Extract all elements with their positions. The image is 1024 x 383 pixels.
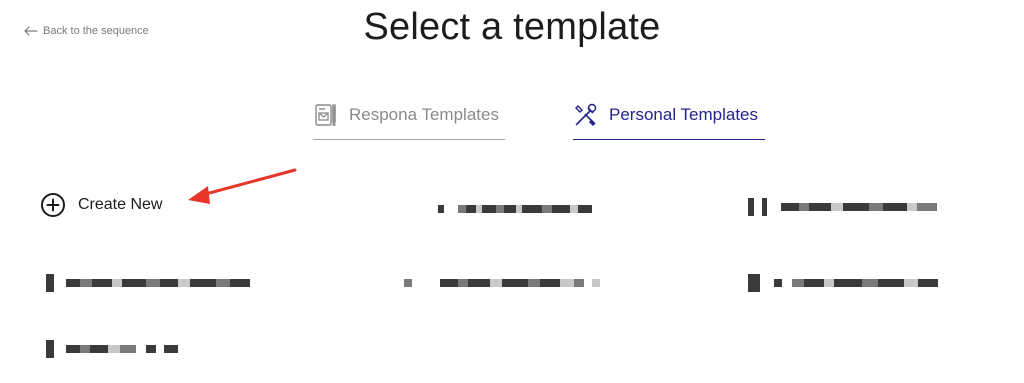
tab-personal-label: Personal Templates bbox=[609, 104, 758, 124]
create-new-label: Create New bbox=[78, 196, 163, 213]
create-new-button[interactable]: Create New bbox=[40, 192, 162, 218]
redacted-template-name bbox=[46, 340, 178, 358]
tools-icon bbox=[575, 103, 597, 126]
redacted-template-name bbox=[438, 201, 592, 217]
redacted-template-name bbox=[404, 275, 600, 291]
redacted-template-name bbox=[46, 274, 250, 292]
template-item[interactable] bbox=[46, 339, 178, 359]
template-item[interactable] bbox=[438, 199, 592, 219]
template-item[interactable] bbox=[46, 273, 250, 293]
tab-respona-templates[interactable]: Respona Templates bbox=[313, 98, 505, 140]
template-doc-icon bbox=[315, 103, 336, 126]
template-item[interactable] bbox=[404, 273, 600, 293]
redacted-template-name bbox=[748, 274, 938, 292]
annotation-arrow-icon bbox=[188, 168, 297, 204]
tab-respona-label: Respona Templates bbox=[349, 104, 499, 124]
template-item[interactable] bbox=[748, 197, 937, 217]
template-item[interactable] bbox=[748, 273, 938, 293]
redacted-template-name bbox=[748, 198, 937, 216]
tab-personal-templates[interactable]: Personal Templates bbox=[573, 98, 765, 140]
page-title: Select a template bbox=[363, 6, 661, 48]
plus-circle-icon bbox=[41, 193, 65, 217]
